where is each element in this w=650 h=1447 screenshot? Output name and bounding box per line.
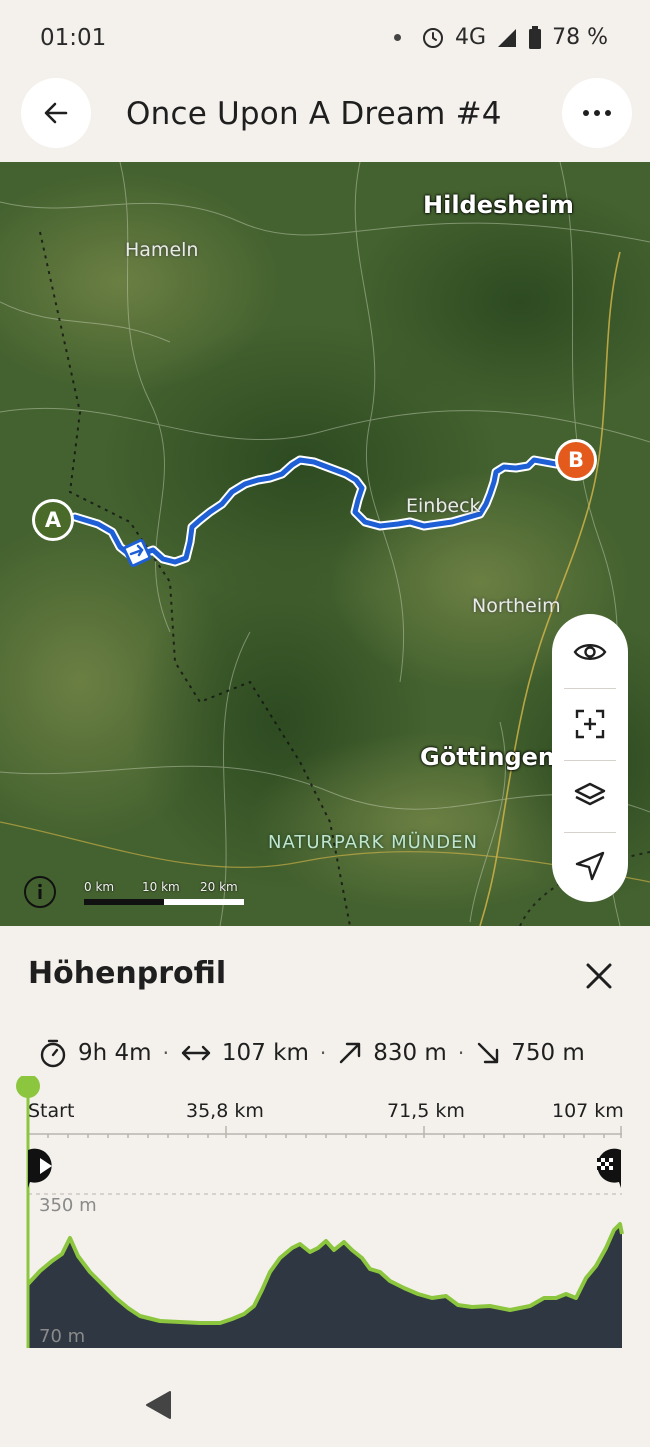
network-type: 4G [455, 25, 487, 50]
status-time: 01:01 [40, 25, 107, 51]
panel-title: Höhenprofil [28, 956, 227, 991]
distance-ticks [47, 1126, 622, 1138]
map-controls [552, 614, 628, 902]
visibility-button[interactable] [552, 616, 628, 688]
my-location-button[interactable] [552, 830, 628, 902]
scale-bar [84, 899, 244, 905]
ascent-arrow-icon [337, 1040, 363, 1066]
axis-label-d1: 35,8 km [186, 1100, 264, 1122]
tour-title: Once Upon A Dream #4 [126, 96, 502, 132]
start-flag-icon [28, 1148, 52, 1188]
distance-arrows-icon [180, 1043, 212, 1063]
position-cursor-handle[interactable] [16, 1076, 40, 1098]
elevation-panel: Höhenprofil 9h 4m · 107 km · 830 m · 750… [0, 926, 650, 1447]
eye-icon [573, 644, 607, 660]
arrow-left-icon [44, 102, 68, 124]
city-label-hildesheim: Hildesheim [423, 191, 574, 219]
stopwatch-icon [38, 1038, 68, 1068]
tour-stats: 9h 4m · 107 km · 830 m · 750 m [38, 1038, 585, 1068]
system-nav-bar [0, 1378, 650, 1447]
layers-icon [574, 782, 606, 806]
axis-label-d2: 71,5 km [387, 1100, 465, 1122]
ascent-value: 830 m [373, 1040, 447, 1066]
nav-back-icon[interactable] [144, 1390, 174, 1420]
focus-plus-icon [575, 709, 605, 739]
separator-dot: · [457, 1041, 465, 1065]
info-icon[interactable] [24, 876, 56, 908]
alarm-icon [423, 27, 444, 48]
scale-label-10: 10 km [142, 880, 180, 894]
elevation-profile[interactable]: Start 35,8 km 71,5 km 107 km 350 m 70 m [0, 1076, 650, 1356]
fit-route-button[interactable] [552, 688, 628, 760]
city-label-northeim: Northeim [472, 595, 561, 617]
battery-icon [529, 25, 542, 49]
city-label-hameln: Hameln [125, 239, 199, 261]
city-label-goettingen: Göttingen [420, 743, 555, 771]
map-view[interactable]: Hildesheim Hameln Einbeck Northeim Götti… [0, 162, 650, 926]
city-label-einbeck: Einbeck [406, 495, 481, 517]
back-button[interactable] [21, 78, 91, 148]
battery-level: 78 % [552, 25, 608, 50]
separator-dot: · [319, 1041, 327, 1065]
navigation-arrow-icon [575, 851, 605, 881]
more-options-button[interactable] [562, 78, 632, 148]
more-horizontal-icon [583, 110, 611, 116]
signal-icon [498, 28, 517, 47]
distance-value: 107 km [221, 1040, 309, 1066]
elevation-min-label: 70 m [39, 1326, 86, 1347]
elevation-max-label: 350 m [39, 1195, 97, 1216]
start-marker[interactable]: A [32, 499, 74, 541]
descent-value: 750 m [511, 1040, 585, 1066]
duration-value: 9h 4m [78, 1040, 152, 1066]
park-label-naturpark-muenden: NATURPARK MÜNDEN [268, 832, 478, 853]
app-bar: Once Upon A Dream #4 [0, 78, 650, 162]
close-button[interactable] [582, 959, 616, 993]
close-icon [586, 963, 612, 989]
map-layers-button[interactable] [552, 760, 628, 832]
scale-label-20: 20 km [200, 880, 238, 894]
axis-label-d3: 107 km [552, 1100, 624, 1122]
scale-label-0: 0 km [84, 880, 115, 894]
status-icons: 4G 78 % [394, 25, 608, 50]
notification-dot-icon [394, 34, 402, 41]
descent-arrow-icon [475, 1040, 501, 1066]
separator-dot: · [162, 1041, 169, 1065]
finish-flag-icon [597, 1148, 621, 1188]
end-marker[interactable]: B [555, 439, 597, 481]
axis-label-start: Start [28, 1100, 75, 1122]
status-bar: 01:01 4G 78 % [0, 0, 650, 78]
